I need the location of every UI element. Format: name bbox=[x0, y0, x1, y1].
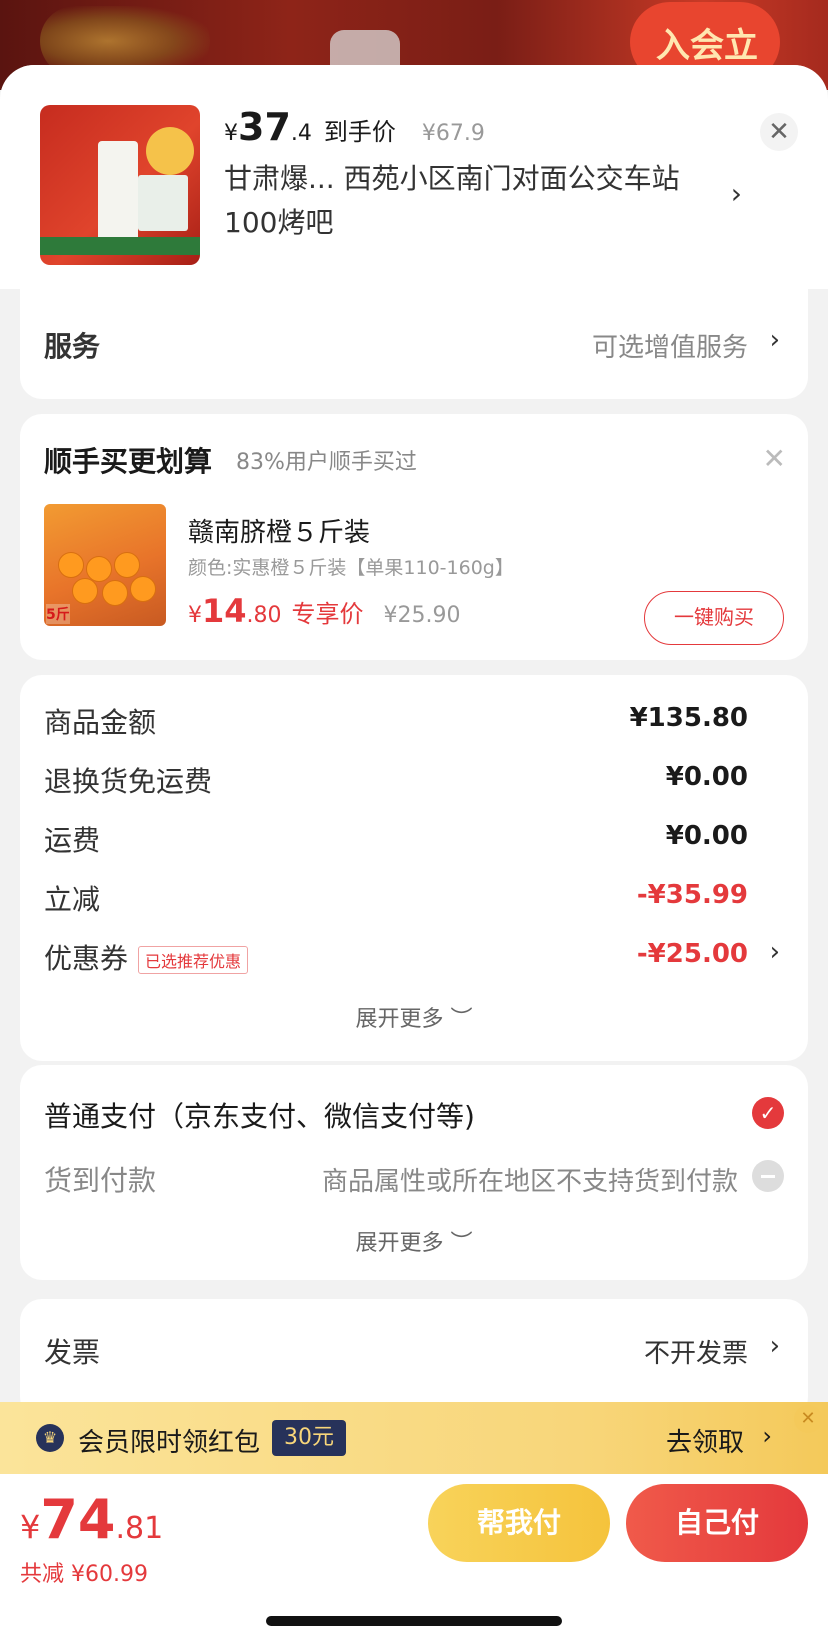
promo-text: 会员限时领红包 bbox=[78, 1428, 261, 1458]
amount-row: 商品金额 ¥135.80 bbox=[20, 701, 808, 741]
delivery-address[interactable]: 甘肃爆... 西苑小区南门对面公交车站100烤吧 bbox=[224, 157, 704, 245]
amount-label: 商品金额 bbox=[44, 706, 157, 739]
amount-card: 商品金额 ¥135.80 退换货免运费 ¥0.00 运费 ¥0.00 立减 -¥… bbox=[20, 675, 808, 1061]
invoice-value: 不开发票 bbox=[643, 1339, 748, 1369]
checkmark-icon[interactable]: ✓ bbox=[752, 1097, 784, 1129]
checkout-bar: ¥ 74 .81 共减 ¥60.99 帮我付 自己付 bbox=[0, 1474, 828, 1643]
amount-row: 运费 ¥0.00 bbox=[20, 819, 808, 859]
cod-note: 商品属性或所在地区不支持货到付款 bbox=[321, 1167, 738, 1197]
chevron-right-icon[interactable]: › bbox=[731, 177, 742, 210]
bundle-subtitle: 83%用户顺手买过 bbox=[236, 450, 417, 475]
amount-value: ¥0.00 bbox=[665, 821, 748, 851]
original-price: ¥67.9 bbox=[421, 121, 485, 146]
disabled-icon bbox=[752, 1160, 784, 1192]
total-decimal: .81 bbox=[115, 1511, 164, 1546]
invoice-label: 发票 bbox=[44, 1336, 101, 1369]
product-header: ¥ 37 .4 到手价 ¥67.9 ✕ 甘肃爆... 西苑小区南门对面公交车站1… bbox=[0, 65, 828, 289]
amount-value: ¥0.00 bbox=[665, 762, 748, 792]
bundle-price: ¥ 14 .80 专享价 ¥25.90 bbox=[188, 592, 461, 630]
amount-label: 立减 bbox=[44, 883, 101, 916]
price-currency: ¥ bbox=[224, 121, 238, 146]
claim-link[interactable]: 去领取 bbox=[666, 1422, 744, 1459]
coupon-value: -¥25.00 bbox=[636, 939, 748, 969]
weight-label: 5斤 bbox=[46, 604, 70, 624]
service-label: 服务 bbox=[44, 330, 101, 363]
product-thumbnail[interactable] bbox=[40, 105, 200, 265]
bundle-price-decimal: .80 bbox=[246, 603, 282, 628]
one-click-buy-button[interactable]: 一键购买 bbox=[644, 591, 784, 645]
orange-shape bbox=[114, 552, 140, 578]
orange-shape bbox=[130, 576, 156, 602]
total-currency: ¥ bbox=[20, 1508, 41, 1546]
gift-box-shape bbox=[138, 175, 188, 231]
chevron-right-icon: › bbox=[762, 1422, 772, 1450]
total-saved: 共减 ¥60.99 bbox=[20, 1562, 148, 1587]
normal-payment-label[interactable]: 普通支付（京东支付、微信支付等) bbox=[44, 1095, 475, 1135]
expand-more-button[interactable]: 展开更多 ︶ bbox=[20, 1001, 808, 1033]
bundle-price-tag: 专享价 bbox=[291, 600, 364, 628]
service-value: 可选增值服务 bbox=[591, 333, 748, 363]
chevron-right-icon: › bbox=[769, 325, 780, 355]
amount-label: 退换货免运费 bbox=[44, 765, 213, 798]
price-tag: 到手价 bbox=[323, 118, 396, 146]
crown-icon: ♛ bbox=[36, 1424, 64, 1452]
bundle-price-currency: ¥ bbox=[188, 603, 202, 628]
total-integer: 74 bbox=[40, 1488, 116, 1551]
coupon-tag: 已选推荐优惠 bbox=[138, 946, 249, 974]
close-icon: ✕ bbox=[768, 117, 790, 147]
promo-strip-shape bbox=[40, 237, 200, 255]
coupon-row[interactable]: 优惠券 已选推荐优惠 -¥25.00 › bbox=[20, 937, 808, 977]
bundle-original-price: ¥25.90 bbox=[383, 603, 461, 628]
amount-row: 退换货免运费 ¥0.00 bbox=[20, 760, 808, 800]
bundle-price-integer: 14 bbox=[202, 592, 247, 630]
help-pay-button[interactable]: 帮我付 bbox=[428, 1484, 610, 1562]
orange-shape bbox=[102, 580, 128, 606]
amount-value: ¥135.80 bbox=[629, 703, 748, 733]
orange-shape bbox=[72, 578, 98, 604]
close-icon[interactable]: ✕ bbox=[763, 442, 786, 475]
amount-value: -¥35.99 bbox=[636, 880, 748, 910]
product-price: ¥ 37 .4 到手价 ¥67.9 bbox=[224, 105, 485, 149]
coupon-label-wrap: 优惠券 已选推荐优惠 bbox=[44, 937, 249, 977]
self-pay-button[interactable]: 自己付 bbox=[626, 1484, 808, 1562]
price-integer: 37 bbox=[238, 105, 291, 149]
cod-label: 货到付款 bbox=[44, 1164, 157, 1197]
bundle-product-image[interactable]: 5斤 bbox=[44, 504, 166, 626]
milk-carton-shape bbox=[98, 141, 138, 241]
coupon-label: 优惠券 bbox=[44, 942, 129, 975]
chevron-right-icon: › bbox=[769, 1331, 780, 1361]
home-indicator[interactable] bbox=[266, 1616, 562, 1626]
member-promo-bar[interactable]: ♛ 会员限时领红包 30元 去领取 › ✕ bbox=[0, 1402, 828, 1474]
close-icon[interactable]: ✕ bbox=[794, 1405, 822, 1433]
price-decimal: .4 bbox=[290, 121, 312, 146]
payment-card: 普通支付（京东支付、微信支付等) ✓ 货到付款 商品属性或所在地区不支持货到付款… bbox=[20, 1065, 808, 1280]
bundle-product-name: 赣南脐橙５斤装 bbox=[188, 518, 371, 548]
close-button[interactable]: ✕ bbox=[760, 113, 798, 151]
service-row[interactable]: 服务 可选增值服务 › bbox=[20, 289, 808, 399]
total-price: ¥ 74 .81 bbox=[20, 1488, 163, 1551]
expand-more-button[interactable]: 展开更多 ︶ bbox=[20, 1225, 808, 1257]
bundle-product-spec: 颜色:实惠橙５斤装【单果110-160g】 bbox=[188, 557, 514, 579]
coupon-sticker-shape bbox=[146, 127, 194, 175]
orange-shape bbox=[58, 552, 84, 578]
amount-label: 运费 bbox=[44, 824, 101, 857]
invoice-row[interactable]: 发票 不开发票 › bbox=[20, 1299, 808, 1419]
chevron-right-icon: › bbox=[769, 937, 780, 967]
bundle-title: 顺手买更划算 bbox=[44, 445, 213, 478]
bundle-card: 顺手买更划算 83%用户顺手买过 ✕ 5斤 赣南脐橙５斤装 颜色:实惠橙５斤装【… bbox=[20, 414, 808, 660]
promo-amount-badge: 30元 bbox=[272, 1420, 346, 1456]
amount-row: 立减 -¥35.99 bbox=[20, 878, 808, 918]
